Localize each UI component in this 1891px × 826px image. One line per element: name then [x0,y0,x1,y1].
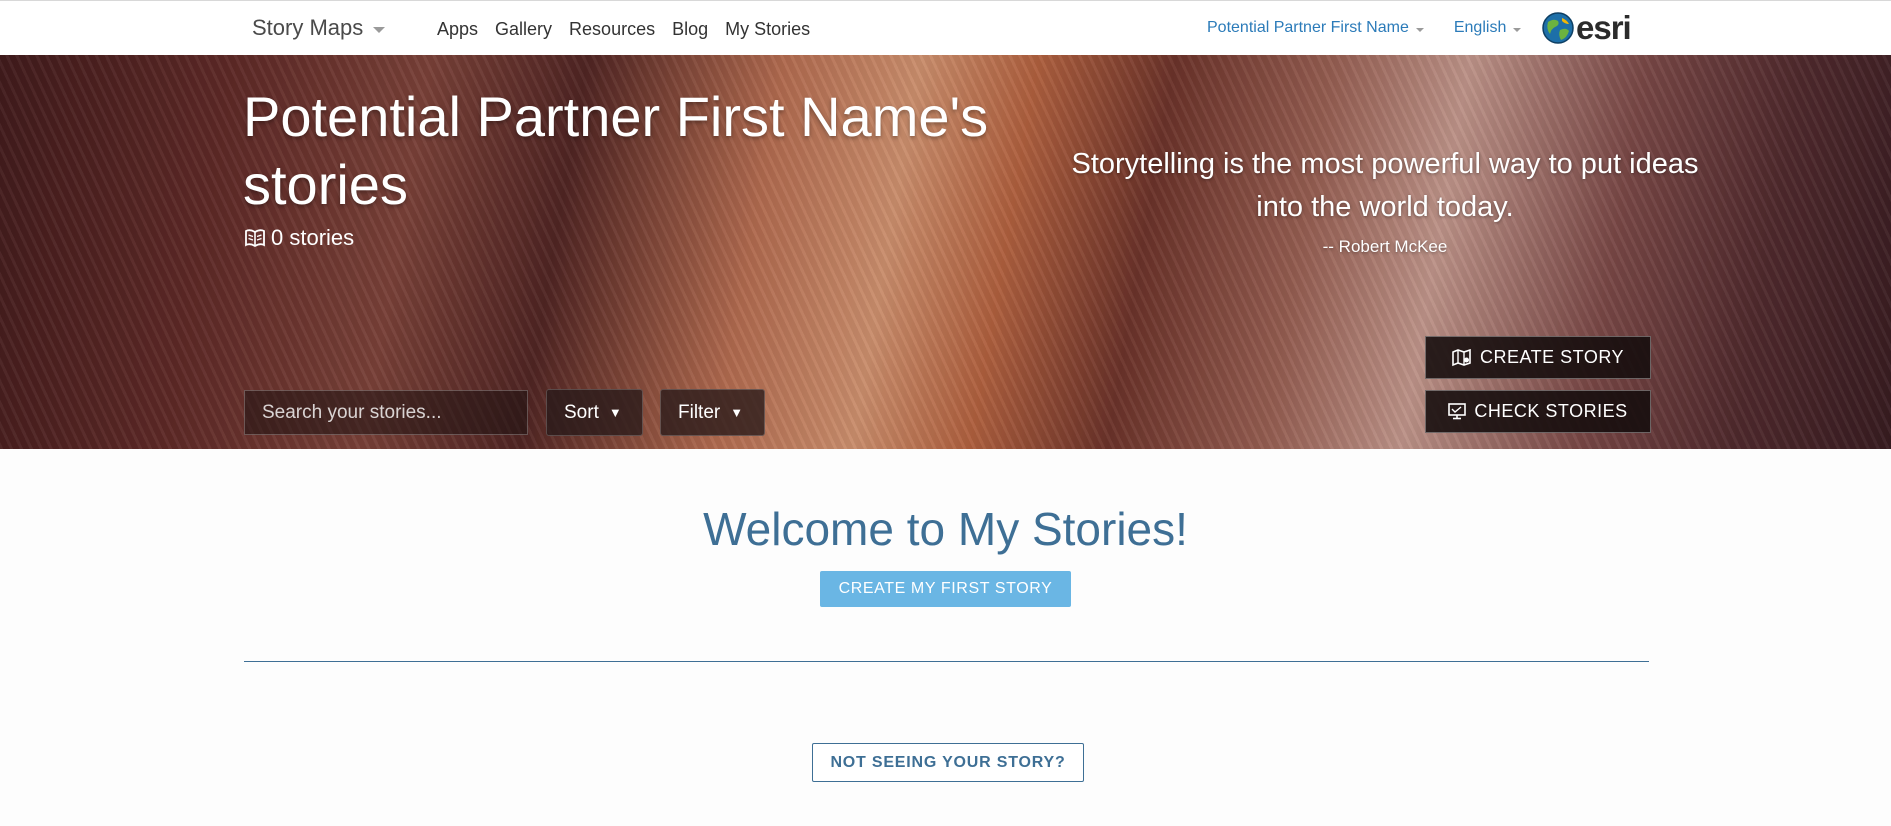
quote-block: Storytelling is the most powerful way to… [1060,143,1710,257]
create-story-label: CREATE STORY [1479,347,1625,367]
sort-button[interactable]: Sort ▼ [546,389,643,436]
chevron-down-icon [1513,27,1522,32]
map-icon [1452,348,1471,366]
section-divider [244,661,1649,662]
chevron-down-icon [1415,27,1424,32]
quote-author: -- Robert McKee [1322,237,1448,256]
nav-link-my-stories[interactable]: My Stories [725,19,810,40]
hero-banner: Potential Partner First Name's stories 0… [0,55,1891,449]
welcome-heading: Welcome to My Stories! [703,503,1188,555]
user-menu[interactable]: Potential Partner First Name [1207,19,1424,37]
nav-link-resources[interactable]: Resources [569,19,655,40]
story-count: 0 stories [244,225,354,251]
language-label: English [1453,19,1507,36]
esri-logo[interactable]: esri [1542,9,1632,46]
brand-label: Story Maps [252,15,364,40]
nav-link-blog[interactable]: Blog [672,19,708,40]
brand-menu[interactable]: Story Maps [252,15,386,41]
sort-label: Sort [564,401,599,423]
not-seeing-story-button[interactable]: NOT SEEING YOUR STORY? [812,743,1084,782]
nav-link-gallery[interactable]: Gallery [495,19,552,40]
page-title: Potential Partner First Name's stories [243,85,989,216]
nav-right: Potential Partner First Name English [1207,19,1522,37]
create-story-button[interactable]: CREATE STORY [1425,336,1651,379]
create-first-story-button[interactable]: CREATE MY FIRST STORY [820,571,1071,607]
chevron-down-icon [373,26,386,33]
esri-wordmark: esri [1576,9,1632,46]
nav-links: Apps Gallery Resources Blog My Stories [437,19,810,40]
top-navbar: Story Maps Apps Gallery Resources Blog M… [0,0,1891,55]
search-input[interactable] [244,390,528,435]
story-count-label: 0 stories [271,225,355,250]
monitor-icon [1448,403,1467,420]
check-stories-button[interactable]: CHECK STORIES [1425,390,1651,433]
language-menu[interactable]: English [1453,19,1522,37]
filter-label: Filter [678,401,721,423]
globe-icon [1542,12,1574,44]
caret-down-icon: ▼ [730,405,744,420]
filter-button[interactable]: Filter ▼ [660,389,765,436]
check-stories-label: CHECK STORIES [1474,401,1628,421]
caret-down-icon: ▼ [608,405,622,420]
user-menu-label: Potential Partner First Name [1207,19,1409,36]
book-icon [245,229,265,248]
quote-text: Storytelling is the most powerful way to… [1071,148,1699,223]
nav-link-apps[interactable]: Apps [437,19,478,40]
